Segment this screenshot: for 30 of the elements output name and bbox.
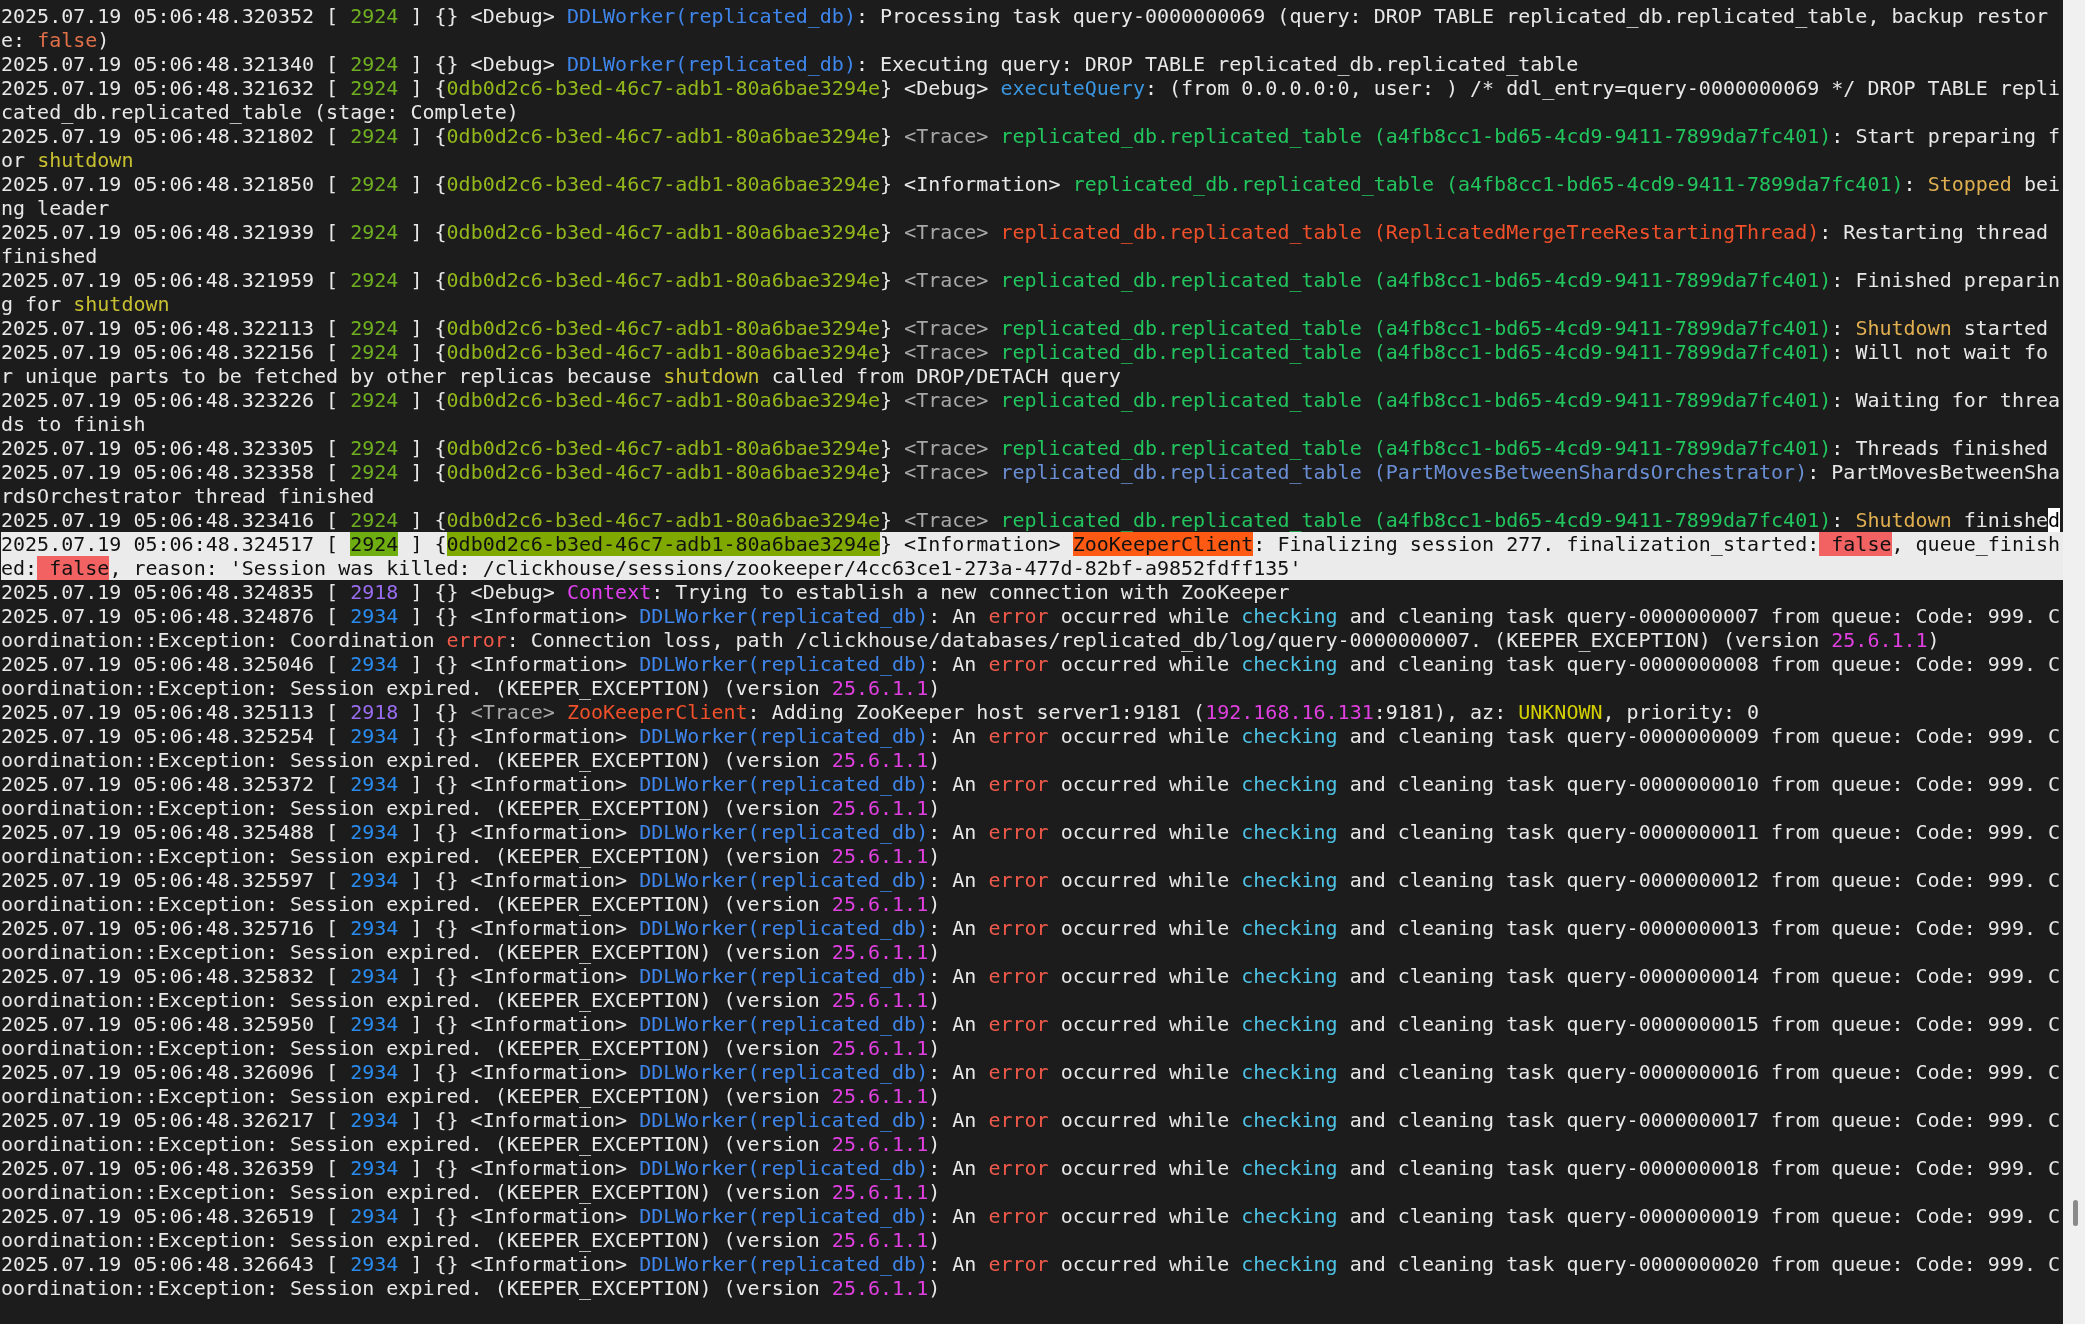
log-line: 2025.07.19 05:06:48.326096 [ 2934 ] {} <Information> DDLWorker(replicated_db): An error occurred while checking and cleaning task query-0000000016 from queue: Code: 999. Coordination::Exception: Session expired. (KEEPER_EXCEPTION) (version 25.6.1.1) [1, 1060, 2062, 1108]
log-line: 2025.07.19 05:06:48.325597 [ 2934 ] {} <Information> DDLWorker(replicated_db): An error occurred while checking and cleaning task query-0000000012 from queue: Code: 999. Coordination::Exception: Session expired. (KEEPER_EXCEPTION) (version 25.6.1.1) [1, 868, 2062, 916]
log-line: 2025.07.19 05:06:48.323226 [ 2924 ] {0db0d2c6-b3ed-46c7-adb1-80a6bae3294e} <Trace> replicated_db.replicated_table (a4fb8cc1-bd65-4cd9-9411-7899da7fc401): Waiting for threads to finish [1, 388, 2062, 436]
log-line: 2025.07.19 05:06:48.326643 [ 2934 ] {} <Information> DDLWorker(replicated_db): An error occurred while checking and cleaning task query-0000000020 from queue: Code: 999. Coordination::Exception: Session expired. (KEEPER_EXCEPTION) (version 25.6.1.1) [1, 1252, 2062, 1300]
log-line: 2025.07.19 05:06:48.322113 [ 2924 ] {0db0d2c6-b3ed-46c7-adb1-80a6bae3294e} <Trace> replicated_db.replicated_table (a4fb8cc1-bd65-4cd9-9411-7899da7fc401): Shutdown started [1, 316, 2050, 340]
log-line: 2025.07.19 05:06:48.325716 [ 2934 ] {} <Information> DDLWorker(replicated_db): An error occurred while checking and cleaning task query-0000000013 from queue: Code: 999. Coordination::Exception: Session expired. (KEEPER_EXCEPTION) (version 25.6.1.1) [1, 916, 2062, 964]
log-line: 2025.07.19 05:06:48.323416 [ 2924 ] {0db0d2c6-b3ed-46c7-adb1-80a6bae3294e} <Trace> replicated_db.replicated_table (a4fb8cc1-bd65-4cd9-9411-7899da7fc401): Shutdown finished [1, 508, 2062, 532]
log-line: 2025.07.19 05:06:48.325372 [ 2934 ] {} <Information> DDLWorker(replicated_db): An error occurred while checking and cleaning task query-0000000010 from queue: Code: 999. Coordination::Exception: Session expired. (KEEPER_EXCEPTION) (version 25.6.1.1) [1, 772, 2062, 820]
scrollbar-thumb[interactable] [2073, 1200, 2078, 1226]
log-line: 2025.07.19 05:06:48.325832 [ 2934 ] {} <Information> DDLWorker(replicated_db): An error occurred while checking and cleaning task query-0000000014 from queue: Code: 999. Coordination::Exception: Session expired. (KEEPER_EXCEPTION) (version 25.6.1.1) [1, 964, 2062, 1012]
log-line: 2025.07.19 05:06:48.325254 [ 2934 ] {} <Information> DDLWorker(replicated_db): An error occurred while checking and cleaning task query-0000000009 from queue: Code: 999. Coordination::Exception: Session expired. (KEEPER_EXCEPTION) (version 25.6.1.1) [1, 724, 2062, 772]
log-line: 2025.07.19 05:06:48.326217 [ 2934 ] {} <Information> DDLWorker(replicated_db): An error occurred while checking and cleaning task query-0000000017 from queue: Code: 999. Coordination::Exception: Session expired. (KEEPER_EXCEPTION) (version 25.6.1.1) [1, 1108, 2062, 1156]
log-line: 2025.07.19 05:06:48.321939 [ 2924 ] {0db0d2c6-b3ed-46c7-adb1-80a6bae3294e} <Trace> replicated_db.replicated_table (ReplicatedMergeTreeRestartingThread): Restarting thread finished [1, 220, 2050, 268]
log-line: 2025.07.19 05:06:48.321802 [ 2924 ] {0db0d2c6-b3ed-46c7-adb1-80a6bae3294e} <Trace> replicated_db.replicated_table (a4fb8cc1-bd65-4cd9-9411-7899da7fc401): Start preparing for shutdown [1, 124, 2062, 172]
log-line: 2025.07.19 05:06:48.325950 [ 2934 ] {} <Information> DDLWorker(replicated_db): An error occurred while checking and cleaning task query-0000000015 from queue: Code: 999. Coordination::Exception: Session expired. (KEEPER_EXCEPTION) (version 25.6.1.1) [1, 1012, 2062, 1060]
log-line: 2025.07.19 05:06:48.321340 [ 2924 ] {} <Debug> DDLWorker(replicated_db): Executing query: DROP TABLE replicated_db.replicated_table [1, 52, 1580, 76]
scrollbar[interactable] [2063, 0, 2085, 1324]
log-line: 2025.07.19 05:06:48.321632 [ 2924 ] {0db0d2c6-b3ed-46c7-adb1-80a6bae3294e} <Debug> executeQuery: (from 0.0.0.0:0, user: ) /* ddl_entry=query-0000000069 */ DROP TABLE replicated_db.replicated_table (stage: Complete) [1, 76, 2062, 124]
log-line: 2025.07.19 05:06:48.325113 [ 2918 ] {} <Trace> ZooKeeperClient: Adding ZooKeeper host server1:9181 (192.168.16.131:9181), az: UNKNOWN, priority: 0 [1, 700, 1761, 724]
log-line: 2025.07.19 05:06:48.321959 [ 2924 ] {0db0d2c6-b3ed-46c7-adb1-80a6bae3294e} <Trace> replicated_db.replicated_table (a4fb8cc1-bd65-4cd9-9411-7899da7fc401): Finished preparing for shutdown [1, 268, 2062, 316]
log-line: 2025.07.19 05:06:48.326519 [ 2934 ] {} <Information> DDLWorker(replicated_db): An error occurred while checking and cleaning task query-0000000019 from queue: Code: 999. Coordination::Exception: Session expired. (KEEPER_EXCEPTION) (version 25.6.1.1) [1, 1204, 2062, 1252]
log-line: 2025.07.19 05:06:48.324835 [ 2918 ] {} <Debug> Context: Trying to establish a new connection with ZooKeeper [1, 580, 1291, 604]
log-line: 2025.07.19 05:06:48.325046 [ 2934 ] {} <Information> DDLWorker(replicated_db): An error occurred while checking and cleaning task query-0000000008 from queue: Code: 999. Coordination::Exception: Session expired. (KEEPER_EXCEPTION) (version 25.6.1.1) [1, 652, 2062, 700]
log-line: 2025.07.19 05:06:48.320352 [ 2924 ] {} <Debug> DDLWorker(replicated_db): Processing task query-0000000069 (query: DROP TABLE replicated_db.replicated_table, backup restore: false) [1, 4, 2049, 52]
log-line: 2025.07.19 05:06:48.326359 [ 2934 ] {} <Information> DDLWorker(replicated_db): An error occurred while checking and cleaning task query-0000000018 from queue: Code: 999. Coordination::Exception: Session expired. (KEEPER_EXCEPTION) (version 25.6.1.1) [1, 1156, 2062, 1204]
log-line: 2025.07.19 05:06:48.323305 [ 2924 ] {0db0d2c6-b3ed-46c7-adb1-80a6bae3294e} <Trace> replicated_db.replicated_table (a4fb8cc1-bd65-4cd9-9411-7899da7fc401): Threads finished [1, 436, 2050, 460]
log-line: 2025.07.19 05:06:48.324876 [ 2934 ] {} <Information> DDLWorker(replicated_db): An error occurred while checking and cleaning task query-0000000007 from queue: Code: 999. Coordination::Exception: Coordination error: Connection loss, path /clickhouse/databases/replicated_db/log/query-0000000007. (KEEPER_EXCEPTION) (version 25.6.1.1) [1, 604, 2062, 652]
log-line: 2025.07.19 05:06:48.321850 [ 2924 ] {0db0d2c6-b3ed-46c7-adb1-80a6bae3294e} <Information> replicated_db.replicated_table (a4fb8cc1-bd65-4cd9-9411-7899da7fc401): Stopped being leader [1, 172, 2062, 220]
log-line: 2025.07.19 05:06:48.322156 [ 2924 ] {0db0d2c6-b3ed-46c7-adb1-80a6bae3294e} <Trace> replicated_db.replicated_table (a4fb8cc1-bd65-4cd9-9411-7899da7fc401): Will not wait for unique parts to be fetched by other replicas because shutdown called from DROP/DETACH query [1, 340, 2050, 388]
log-line: 2025.07.19 05:06:48.325488 [ 2934 ] {} <Information> DDLWorker(replicated_db): An error occurred while checking and cleaning task query-0000000011 from queue: Code: 999. Coordination::Exception: Session expired. (KEEPER_EXCEPTION) (version 25.6.1.1) [1, 820, 2062, 868]
